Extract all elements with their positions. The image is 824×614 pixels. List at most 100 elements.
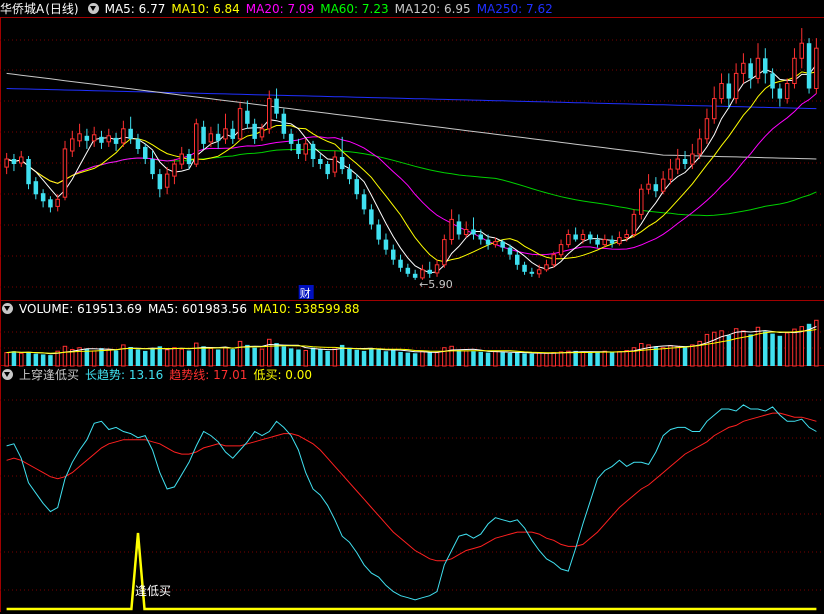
candle-body	[354, 179, 359, 195]
volume-bar	[500, 352, 505, 366]
long-trend-series	[6, 404, 817, 601]
volume-bar	[588, 352, 593, 366]
candle-body	[172, 163, 177, 177]
volume-bar	[602, 350, 607, 367]
volume-bar	[566, 350, 571, 367]
candle-body	[99, 136, 104, 143]
volume-bar	[121, 344, 126, 367]
candle-body	[383, 239, 389, 250]
volume-bar	[135, 349, 141, 366]
volume-bar	[194, 342, 199, 367]
candle-body	[288, 133, 294, 144]
volume-bar	[471, 351, 476, 366]
volume-bar	[4, 352, 9, 367]
candle-body	[55, 198, 60, 207]
volume-bar	[449, 345, 454, 367]
volume-bar	[690, 344, 695, 367]
volume-bar	[442, 347, 447, 367]
candle-body	[493, 241, 498, 246]
candle-body	[682, 159, 688, 164]
candle-body	[121, 128, 126, 144]
candle-body	[558, 244, 564, 256]
candle-body	[113, 137, 119, 144]
candle-body	[194, 123, 199, 165]
candle-body	[135, 138, 141, 149]
volume-ma10-line	[6, 329, 817, 354]
volume-panel-header: VOLUME: 619513.69 MA5: 601983.56 MA10: 538…	[0, 300, 366, 318]
dropdown-icon[interactable]	[2, 369, 13, 380]
volume-bar	[493, 350, 498, 367]
candle-body	[267, 98, 272, 130]
volume-bar	[33, 353, 39, 366]
ma20-line	[6, 93, 817, 256]
candle-body	[660, 178, 666, 192]
volume-bar	[485, 352, 491, 366]
volume-bar	[434, 352, 440, 367]
candle-body	[186, 154, 192, 165]
candle-body	[507, 247, 513, 255]
volume-bar	[799, 326, 804, 367]
volume-bar	[733, 328, 739, 367]
volume-bar	[296, 349, 301, 366]
volume-bar	[186, 350, 192, 366]
volume-bar	[704, 333, 710, 367]
candle-body	[602, 239, 607, 246]
dropdown-icon[interactable]	[2, 303, 13, 314]
volume-bar	[383, 351, 389, 366]
candle-body	[412, 273, 418, 278]
volume-bar	[398, 351, 403, 366]
volume-bar	[172, 347, 177, 367]
volume-bar	[624, 350, 629, 367]
buy-signal-series	[6, 532, 817, 611]
candle-body	[697, 138, 702, 155]
candle-body	[70, 138, 75, 152]
candle-body	[332, 156, 338, 173]
volume-bar	[573, 350, 578, 366]
volume-bar	[201, 346, 206, 366]
volume-bar	[777, 335, 783, 366]
candle-body	[515, 254, 520, 265]
candle-body	[719, 83, 724, 100]
candle-body	[369, 209, 374, 225]
ma60-label: MA60: 7.23	[320, 2, 389, 16]
candle-body	[609, 239, 615, 244]
candle-body	[573, 234, 578, 240]
trend-line-series	[6, 412, 817, 562]
volume-bar	[675, 345, 680, 367]
volume-bar	[354, 349, 359, 366]
candle-body	[48, 199, 53, 208]
volume-bar	[318, 349, 323, 366]
volume-bar	[770, 333, 775, 366]
volume-bar	[405, 352, 411, 366]
volume-bar	[595, 351, 600, 366]
volume-bar	[325, 350, 330, 366]
candle-body	[580, 234, 586, 240]
trend-line-label: 趋势线: 17.01	[169, 368, 248, 382]
low-price-annotation: ←5.90	[419, 278, 453, 291]
candle-body	[792, 57, 797, 84]
buy-signal-label: 低买: 0.00	[253, 368, 313, 382]
candle-body	[733, 72, 739, 100]
candle-body	[675, 158, 680, 170]
candle-body	[11, 159, 17, 164]
dropdown-icon[interactable]	[87, 3, 99, 14]
volume-bar	[507, 353, 513, 366]
finance-marker: 财	[300, 286, 311, 300]
candle-body	[544, 264, 549, 271]
candle-body	[91, 134, 97, 142]
candle-body	[4, 158, 9, 168]
ma10-label: MA10: 6.84	[171, 2, 240, 16]
volume-bar	[361, 350, 367, 366]
candle-body	[208, 133, 214, 143]
candle-body	[814, 47, 819, 89]
volume-bar	[580, 351, 586, 367]
candle-body	[755, 57, 761, 79]
volume-bar	[529, 353, 535, 366]
volume-bar	[208, 347, 214, 367]
volume-bar	[792, 328, 797, 367]
volume-bar	[748, 334, 753, 366]
ma20-label: MA20: 7.09	[245, 2, 315, 16]
candle-body	[449, 218, 454, 240]
candle-body	[668, 168, 673, 180]
volume-bar	[150, 348, 155, 366]
